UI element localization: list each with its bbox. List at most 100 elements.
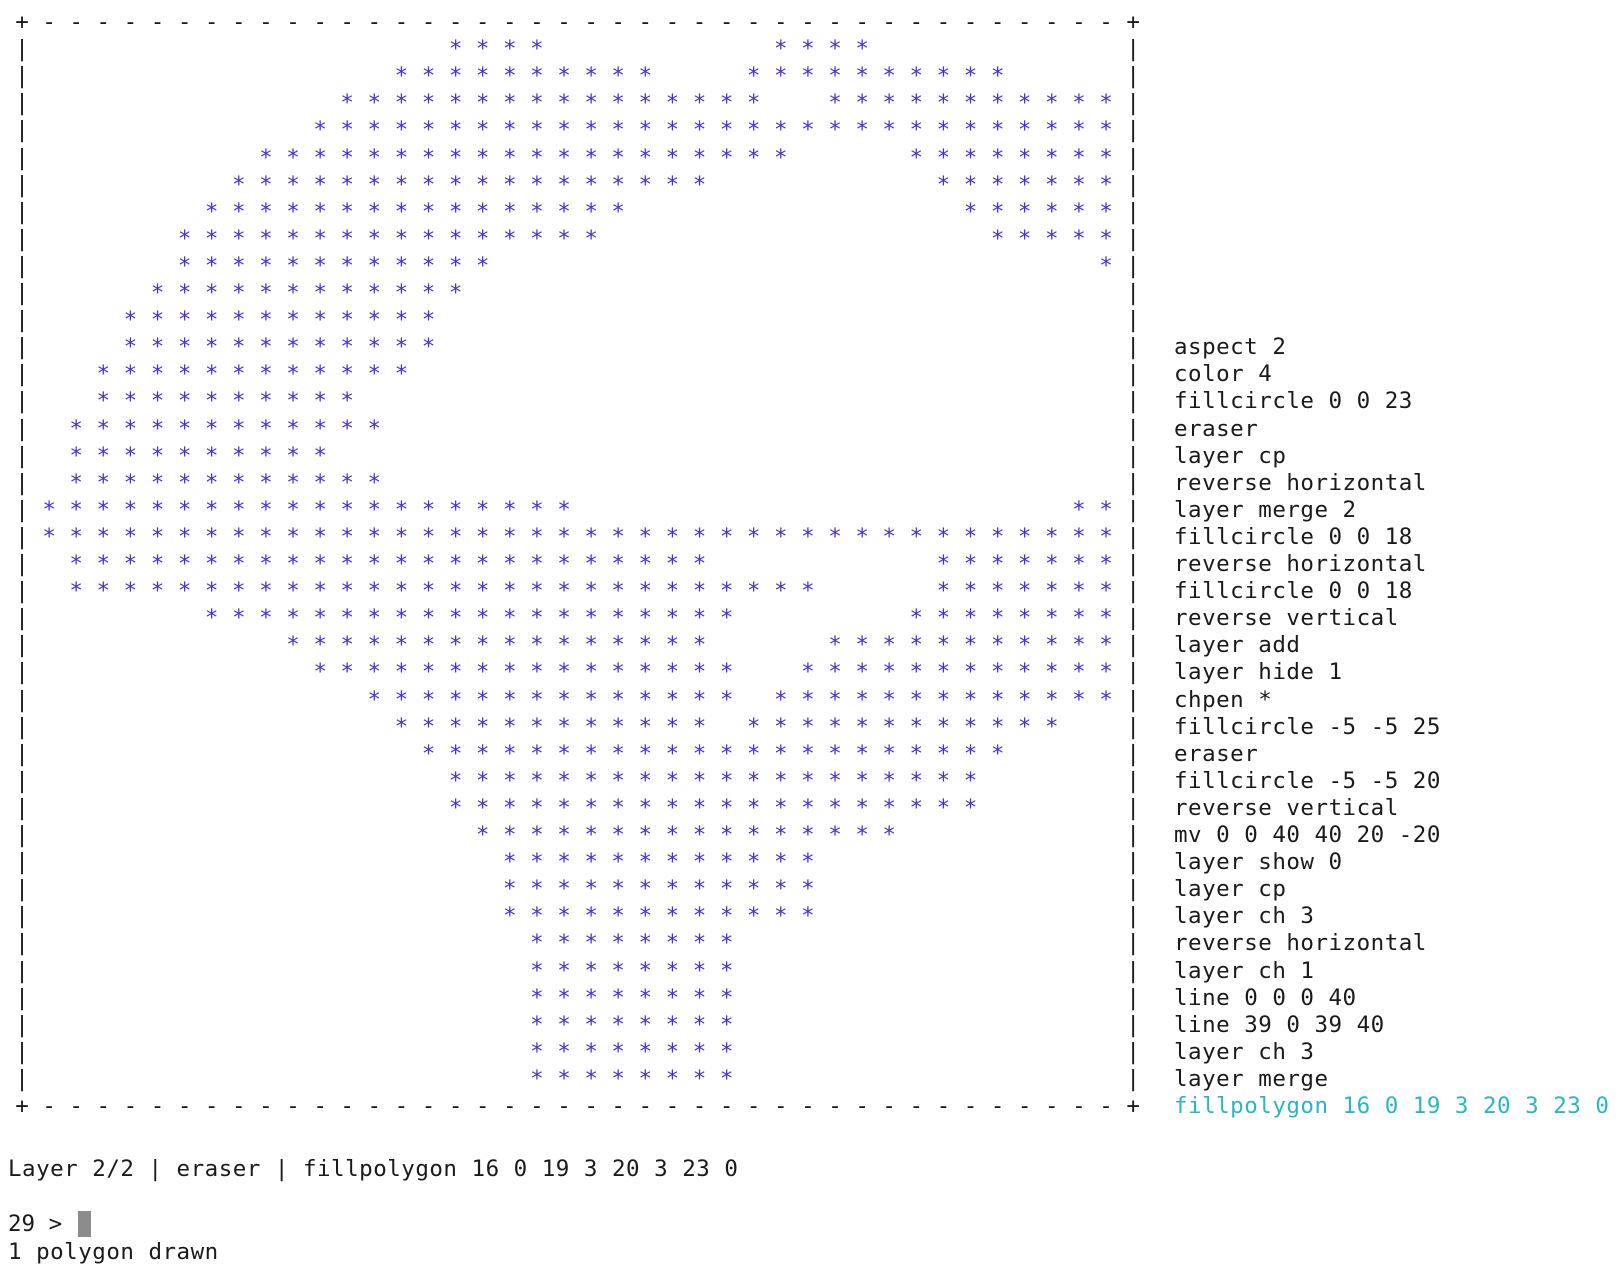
canvas-pixel: * — [448, 794, 463, 821]
canvas-pixel: * — [177, 361, 192, 388]
canvas-pixel: * — [367, 659, 382, 686]
canvas-pixel: * — [638, 551, 653, 577]
canvas-pixel: * — [530, 984, 544, 1011]
canvas-pixel: * — [1072, 171, 1086, 198]
canvas-pixel: * — [638, 659, 653, 686]
canvas-border-top: - — [855, 9, 869, 35]
canvas-pixel: * — [774, 740, 788, 767]
canvas-pixel: * — [584, 903, 598, 930]
canvas-pixel: * — [232, 307, 246, 334]
canvas-pixel: * — [448, 280, 463, 306]
canvas-pixel: * — [936, 632, 951, 659]
canvas-pixel: * — [909, 686, 924, 713]
canvas-pixel: * — [1072, 578, 1086, 605]
canvas-pixel: * — [286, 415, 300, 442]
canvas-pixel: * — [503, 171, 517, 198]
canvas-border-right: | — [1126, 1065, 1140, 1092]
canvas-pixel: * — [665, 90, 680, 117]
history-item: layer ch 3 — [1174, 1038, 1315, 1065]
history-item: layer add — [1174, 632, 1301, 659]
canvas-pixel: * — [611, 659, 625, 686]
canvas-pixel: * — [611, 523, 625, 550]
canvas-pixel: * — [150, 361, 165, 388]
canvas-pixel: * — [611, 930, 625, 957]
canvas-pixel: * — [1017, 225, 1032, 252]
canvas-border-top: - — [421, 9, 436, 35]
canvas-pixel: * — [232, 496, 246, 523]
status-bar: Layer 2/2 | eraser | fillpolygon 16 0 19… — [8, 1156, 739, 1182]
canvas-pixel: * — [584, 632, 598, 659]
text-cursor[interactable] — [77, 1211, 91, 1237]
canvas-pixel: * — [719, 1011, 734, 1038]
canvas-pixel: * — [340, 307, 354, 334]
canvas-pixel: * — [719, 957, 734, 984]
canvas-pixel: * — [936, 659, 951, 686]
canvas-pixel: * — [503, 523, 517, 550]
canvas-pixel: * — [557, 876, 571, 903]
canvas-pixel: * — [774, 876, 788, 903]
canvas-pixel: * — [719, 605, 734, 632]
canvas-border-top: - — [665, 9, 680, 35]
canvas-border-bottom: - — [367, 1093, 382, 1119]
canvas-pixel: * — [719, 767, 734, 794]
canvas-pixel: * — [557, 496, 571, 523]
canvas-pixel: * — [882, 63, 896, 90]
canvas-pixel: * — [448, 90, 463, 117]
canvas-pixel: * — [990, 632, 1005, 659]
canvas-border-left: | — [15, 90, 29, 117]
canvas-pixel: * — [475, 225, 490, 252]
canvas-border-top: - — [828, 9, 842, 35]
canvas-pixel: * — [394, 252, 409, 279]
canvas-border-right: | — [1126, 36, 1140, 63]
canvas-pixel: * — [232, 469, 246, 496]
canvas-pixel: * — [611, 713, 625, 740]
canvas-pixel: * — [313, 388, 327, 415]
canvas-pixel: * — [503, 605, 517, 632]
canvas-border-bottom: - — [990, 1093, 1005, 1119]
canvas-pixel: * — [448, 171, 463, 198]
canvas-pixel: * — [340, 551, 354, 577]
canvas-border-top: - — [557, 9, 571, 35]
canvas-border-right: | — [1126, 225, 1140, 252]
canvas-pixel: * — [990, 551, 1005, 577]
canvas-pixel: * — [123, 415, 138, 442]
canvas-pixel: * — [692, 930, 707, 957]
canvas-pixel: * — [855, 713, 869, 740]
canvas-pixel: * — [855, 63, 869, 90]
canvas-pixel: * — [177, 469, 192, 496]
canvas-border-bottom: - — [1017, 1093, 1032, 1119]
canvas-pixel: * — [665, 984, 680, 1011]
command-prompt[interactable]: 29 > — [8, 1210, 91, 1238]
canvas-pixel: * — [638, 822, 653, 848]
canvas-pixel: * — [503, 876, 517, 903]
canvas-pixel: * — [990, 225, 1005, 252]
canvas-border-bottom: - — [963, 1093, 978, 1119]
canvas-pixel: * — [638, 957, 653, 984]
canvas-pixel: * — [692, 578, 707, 605]
canvas-pixel: * — [1045, 605, 1059, 632]
canvas-pixel: * — [584, 713, 598, 740]
canvas-pixel: * — [692, 523, 707, 550]
canvas-pixel: * — [313, 280, 327, 306]
canvas-pixel: * — [286, 198, 300, 225]
canvas-border-right: | — [1126, 361, 1140, 388]
canvas-border-left: | — [15, 632, 29, 659]
history-item: eraser — [1174, 740, 1259, 767]
canvas-pixel: * — [340, 117, 354, 144]
canvas-pixel: * — [828, 767, 842, 794]
canvas-pixel: * — [448, 767, 463, 794]
canvas-pixel: * — [1017, 144, 1032, 171]
canvas-border-top: - — [1017, 9, 1032, 35]
canvas-pixel: * — [475, 198, 490, 225]
canvas-pixel: * — [503, 225, 517, 252]
canvas-pixel: * — [286, 551, 300, 577]
canvas-border-top: - — [150, 9, 165, 35]
canvas-pixel: * — [313, 334, 327, 361]
canvas-border-bottom: - — [150, 1093, 165, 1119]
canvas-pixel: * — [259, 551, 273, 577]
canvas-pixel: * — [123, 496, 138, 523]
canvas-pixel: * — [1072, 551, 1086, 577]
canvas-pixel: * — [475, 90, 490, 117]
canvas-pixel: * — [665, 849, 680, 876]
canvas-pixel: * — [286, 632, 300, 659]
